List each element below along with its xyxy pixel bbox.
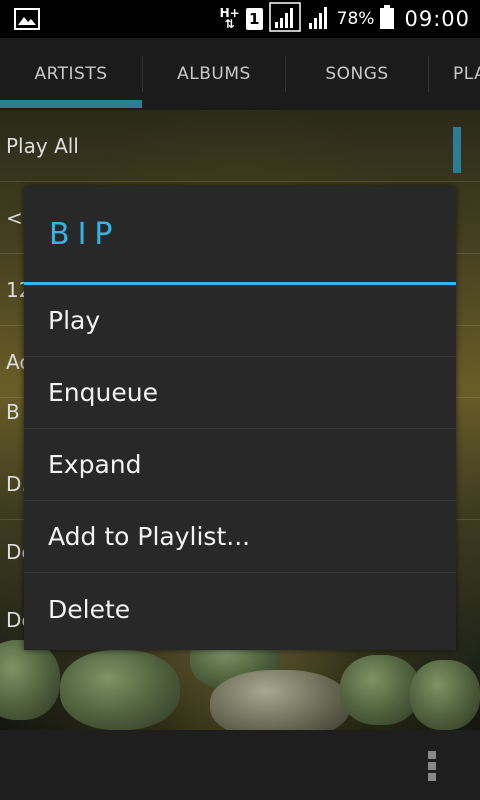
menu-item-add-to-playlist[interactable]: Add to Playlist...	[24, 501, 456, 573]
background-image	[340, 655, 420, 725]
signal-strength-icon	[268, 2, 301, 36]
tab-songs[interactable]: SONGS	[286, 38, 428, 110]
tab-playlists[interactable]: PLA	[429, 38, 480, 110]
background-image	[60, 650, 180, 730]
battery-icon	[380, 5, 395, 33]
active-tab-indicator	[0, 100, 142, 108]
menu-item-play[interactable]: Play	[24, 285, 456, 357]
battery-percentage: 78%	[336, 9, 375, 29]
clock: 09:00	[404, 7, 470, 31]
overflow-menu-icon[interactable]	[425, 748, 439, 782]
background-image	[410, 660, 480, 730]
menu-item-expand[interactable]: Expand	[24, 429, 456, 501]
play-all-item[interactable]: Play All	[0, 110, 480, 182]
context-menu-dialog: BIP Play Enqueue Expand Add to Playlist.…	[24, 186, 456, 650]
network-type-icon: H+ ⇅	[219, 6, 240, 31]
signal-strength-icon-2	[307, 4, 331, 34]
menu-item-delete[interactable]: Delete	[24, 573, 456, 645]
background-image	[210, 670, 350, 730]
dialog-title: BIP	[49, 216, 121, 252]
gallery-notification-icon	[14, 8, 40, 34]
scrollbar[interactable]	[453, 127, 461, 173]
sim-icon: 1	[245, 8, 263, 30]
status-bar: H+ ⇅ 1 78% 09:00	[0, 0, 480, 38]
menu-item-enqueue[interactable]: Enqueue	[24, 357, 456, 429]
tab-albums[interactable]: ALBUMS	[143, 38, 285, 110]
bottom-action-bar	[0, 730, 480, 800]
